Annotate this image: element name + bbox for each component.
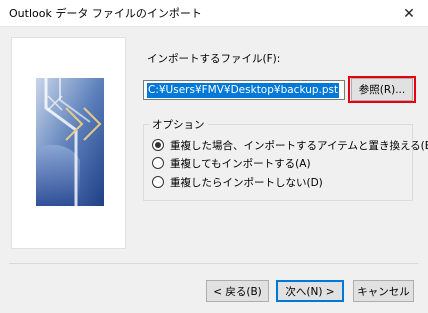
back-button[interactable]: < 戻る(B) (206, 280, 269, 302)
option-label: 重複してもインポートする(A) (170, 157, 311, 170)
radio-unselected-icon[interactable] (152, 176, 164, 188)
import-graphic-icon (36, 78, 104, 206)
option-skip-duplicates[interactable]: 重複したらインポートしない(D) (152, 175, 323, 189)
file-path-value: C:¥Users¥FMV¥Desktop¥backup.pst (147, 82, 340, 98)
option-label: 重複したらインポートしない(D) (170, 176, 323, 189)
close-icon[interactable]: ✕ (390, 0, 428, 27)
file-path-input[interactable]: C:¥Users¥FMV¥Desktop¥backup.pst (143, 80, 345, 100)
cancel-button[interactable]: キャンセル (353, 280, 414, 302)
next-button[interactable]: 次へ(N) > (276, 280, 344, 302)
footer-divider (9, 263, 418, 264)
option-replace-duplicates[interactable]: 重複した場合、インポートするアイテムと置き換える(E) (152, 138, 428, 152)
option-allow-duplicates[interactable]: 重複してもインポートする(A) (152, 156, 311, 170)
wizard-banner-image (11, 37, 126, 249)
title-bar: Outlook データ ファイルのインポート ✕ (0, 0, 428, 27)
browse-button[interactable]: 参照(R)... (351, 78, 413, 101)
import-file-label: インポートするファイル(F): (147, 53, 281, 65)
radio-selected-icon[interactable] (152, 139, 164, 151)
radio-unselected-icon[interactable] (152, 157, 164, 169)
window-title: Outlook データ ファイルのインポート (9, 7, 202, 20)
option-label: 重複した場合、インポートするアイテムと置き換える(E) (170, 139, 428, 152)
options-legend: オプション (149, 117, 208, 132)
